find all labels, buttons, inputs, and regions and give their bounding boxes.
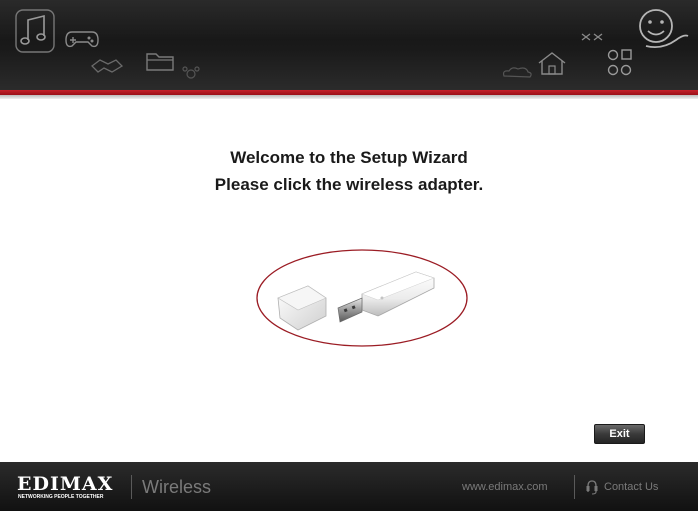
product-label: Wireless	[142, 477, 212, 497]
header-accent-line	[0, 90, 698, 99]
header-banner	[0, 0, 698, 90]
usb-wireless-adapter-icon	[256, 249, 468, 347]
folder-icon	[145, 50, 175, 72]
gamepad-icon	[64, 26, 100, 50]
page-title: Welcome to the Setup Wizard	[230, 148, 468, 167]
music-note-icon	[14, 8, 56, 54]
footer-bar: EDIMAX NETWORKING PEOPLE TOGETHER Wirele…	[0, 462, 698, 511]
contact-us-label: Contact Us	[604, 481, 659, 493]
network-icon	[606, 48, 634, 78]
footer-divider	[131, 475, 132, 499]
edimax-logo: EDIMAX NETWORKING PEOPLE TOGETHER	[17, 475, 121, 501]
brand-name: EDIMAX	[17, 473, 114, 495]
cloud-icon	[500, 64, 534, 80]
brand-tagline: NETWORKING PEOPLE TOGETHER	[18, 494, 104, 500]
smiley-icon	[632, 6, 690, 52]
website-link[interactable]: www.edimax.com	[462, 480, 548, 494]
handshake-icon	[90, 56, 124, 76]
paw-icon	[182, 64, 200, 80]
page-subtitle: Please click the wireless adapter.	[214, 175, 484, 194]
exit-button[interactable]: Exit	[594, 424, 645, 444]
contact-icon	[585, 479, 599, 500]
truck-icon	[580, 30, 604, 48]
wireless-adapter-button[interactable]	[254, 246, 470, 351]
footer-divider	[574, 475, 575, 499]
house-icon	[536, 50, 568, 76]
